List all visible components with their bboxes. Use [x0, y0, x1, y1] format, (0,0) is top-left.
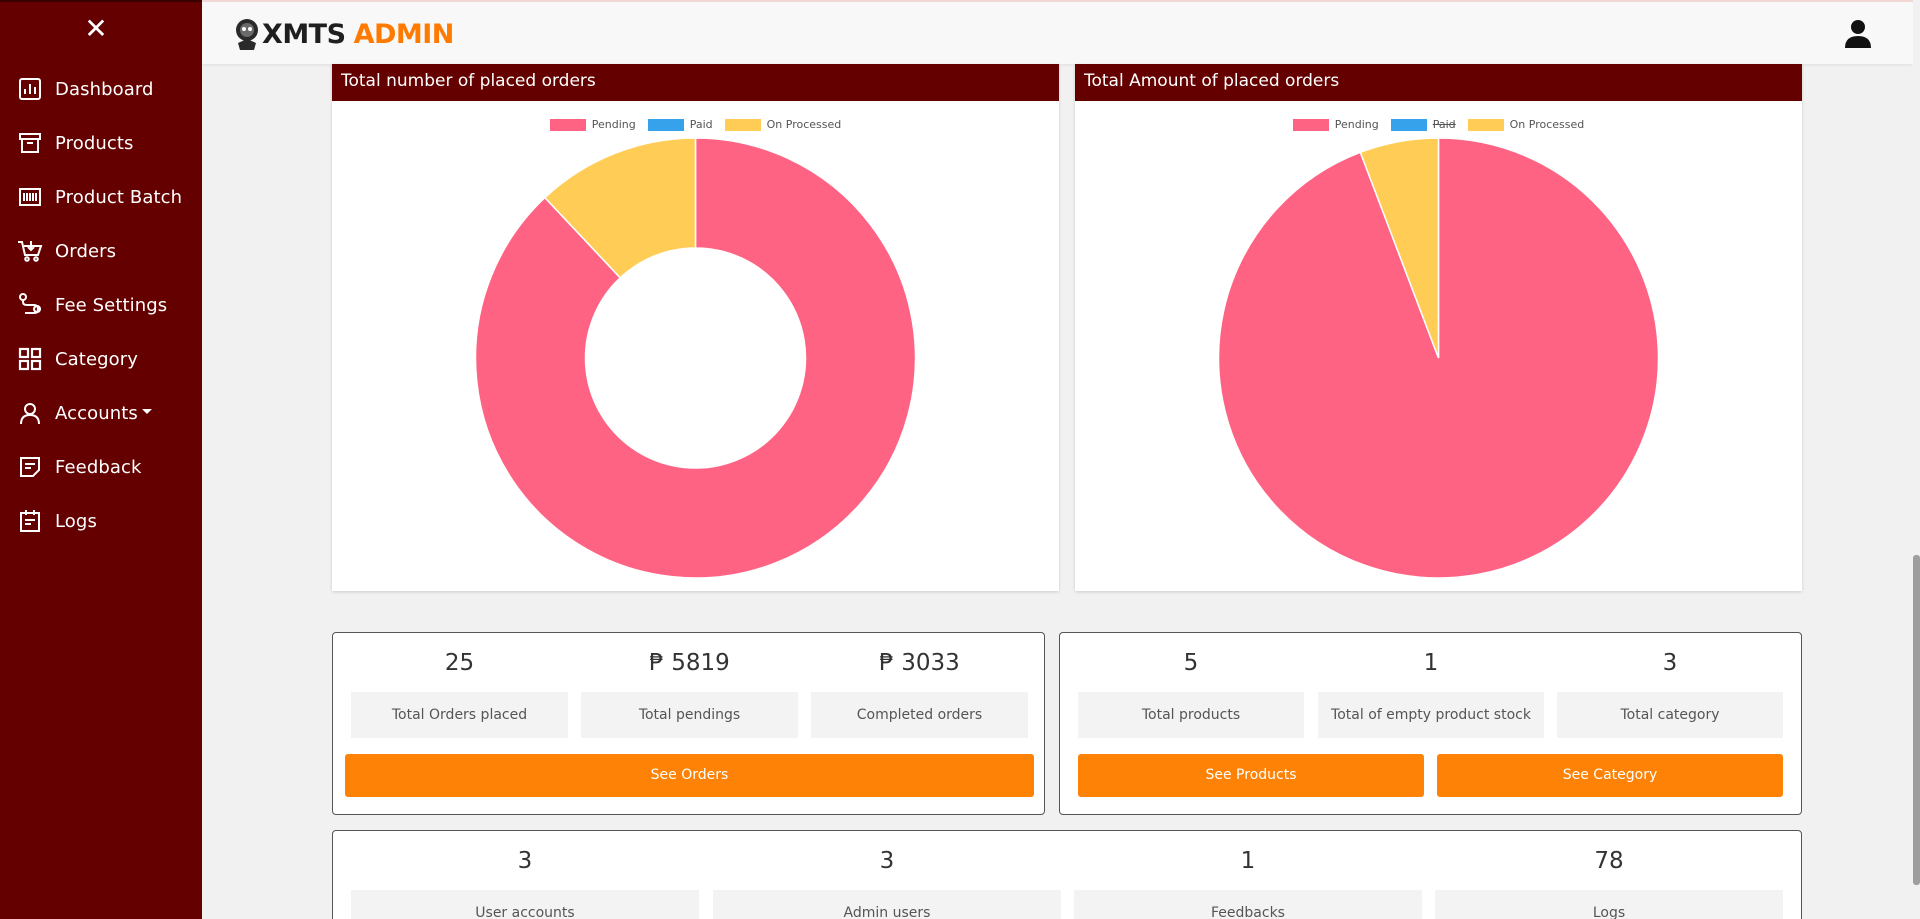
route-icon — [16, 291, 44, 319]
chart-title: Total Amount of placed orders — [1075, 64, 1802, 101]
bar-chart-icon — [16, 75, 44, 103]
calendar-icon — [16, 507, 44, 535]
stat-value: 3 — [879, 848, 895, 874]
logo[interactable]: XMTS ADMIN — [232, 14, 454, 54]
sidebar-item-product-batch[interactable]: Product Batch — [0, 170, 202, 224]
see-products-button[interactable]: See Products — [1078, 754, 1424, 797]
stat-label: Total products — [1078, 692, 1304, 738]
stat-label: Logs — [1435, 890, 1783, 919]
sidebar-item-label: Product Batch — [55, 186, 183, 208]
person-icon — [16, 399, 44, 427]
stat-value: ₱ 5819 — [649, 650, 730, 676]
sidebar-item-label: Accounts — [55, 402, 138, 424]
stat-label: Total pendings — [581, 692, 798, 738]
stat-value: 3 — [1662, 650, 1678, 676]
sidebar-item-label: Fee Settings — [55, 294, 168, 316]
sidebar-item-label: Products — [55, 132, 134, 154]
stat-label: Feedbacks — [1074, 890, 1422, 919]
chevron-down-icon — [141, 408, 152, 414]
sidebar-item-products[interactable]: Products — [0, 116, 202, 170]
stat-value: 3 — [517, 848, 533, 874]
see-category-button[interactable]: See Category — [1437, 754, 1783, 797]
stat-total-category: 3 Total category — [1557, 648, 1783, 738]
scrollbar-thumb[interactable] — [1913, 555, 1920, 885]
products-summary-card: 5 Total products 1 Total of empty produc… — [1059, 632, 1802, 815]
scrollbar[interactable] — [1913, 0, 1920, 919]
stat-value: ₱ 3033 — [879, 650, 960, 676]
sidebar-item-label: Logs — [55, 510, 97, 532]
sidebar-item-category[interactable]: Category — [0, 332, 202, 386]
cart-icon — [16, 237, 44, 265]
stat-user-accounts: 3 User accounts — [351, 846, 699, 919]
top-header: XMTS ADMIN — [202, 0, 1913, 64]
archive-box-icon — [16, 129, 44, 157]
stat-total-pendings: ₱ 5819 Total pendings — [581, 648, 798, 738]
sidebar-item-label: Category — [55, 348, 139, 370]
stat-value: 25 — [444, 650, 475, 676]
see-orders-button[interactable]: See Orders — [345, 754, 1034, 797]
sidebar-item-fee-settings[interactable]: Fee Settings — [0, 278, 202, 332]
barcode-icon — [16, 183, 44, 211]
user-icon[interactable] — [1843, 18, 1873, 48]
sidebar-item-label: Dashboard — [55, 78, 154, 100]
close-icon[interactable]: ✕ — [84, 15, 108, 43]
grid-icon — [16, 345, 44, 373]
chart-title: Total number of placed orders — [332, 64, 1059, 101]
orders-amount-chart-panel: Total Amount of placed orders Pending Pa… — [1075, 64, 1802, 591]
stat-total-orders: 25 Total Orders placed — [351, 648, 568, 738]
stat-value: 1 — [1423, 650, 1439, 676]
stat-label: Admin users — [713, 890, 1061, 919]
stat-total-products: 5 Total products — [1078, 648, 1304, 738]
orders-summary-card: 25 Total Orders placed ₱ 5819 Total pend… — [332, 632, 1045, 815]
stat-logs: 78 Logs — [1435, 846, 1783, 919]
stat-label: Total of empty product stock — [1318, 692, 1544, 738]
stat-value: 78 — [1594, 848, 1624, 874]
pie-chart[interactable] — [1075, 101, 1802, 591]
stat-label: Completed orders — [811, 692, 1028, 738]
sidebar-item-label: Feedback — [55, 456, 142, 478]
sidebar-item-logs[interactable]: Logs — [0, 494, 202, 548]
doughnut-chart[interactable] — [332, 101, 1059, 591]
sidebar-nav: Dashboard Products Product Batch Orders … — [0, 62, 202, 548]
stat-value: 1 — [1240, 848, 1256, 874]
orders-count-chart-panel: Total number of placed orders Pending Pa… — [332, 64, 1059, 591]
stat-label: Total Orders placed — [351, 692, 568, 738]
sidebar-item-orders[interactable]: Orders — [0, 224, 202, 278]
users-summary-card: 3 User accounts 3 Admin users 1 Feedback… — [332, 830, 1802, 919]
stat-label: User accounts — [351, 890, 699, 919]
sidebar-item-accounts[interactable]: Accounts — [0, 386, 202, 440]
sidebar-item-dashboard[interactable]: Dashboard — [0, 62, 202, 116]
logo-text-admin: ADMIN — [353, 18, 455, 50]
document-icon — [16, 453, 44, 481]
sidebar: ✕ Dashboard Products Product Batch Order… — [0, 0, 202, 919]
mascot-logo-icon — [236, 19, 258, 50]
stat-label: Total category — [1557, 692, 1783, 738]
stat-admin-users: 3 Admin users — [713, 846, 1061, 919]
sidebar-item-label: Orders — [55, 240, 117, 262]
stat-value: 5 — [1183, 650, 1199, 676]
logo-text-xmts: XMTS — [262, 18, 346, 50]
stat-completed-orders: ₱ 3033 Completed orders — [811, 648, 1028, 738]
stat-feedbacks: 1 Feedbacks — [1074, 846, 1422, 919]
sidebar-item-feedback[interactable]: Feedback — [0, 440, 202, 494]
stat-empty-stock: 1 Total of empty product stock — [1318, 648, 1544, 738]
